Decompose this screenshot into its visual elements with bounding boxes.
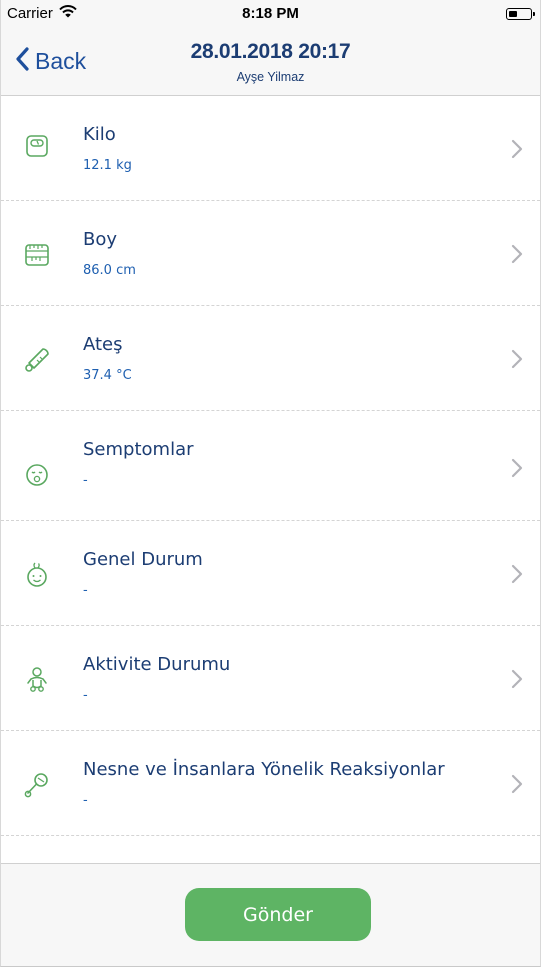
row-value: 86.0 cm	[83, 263, 136, 278]
chevron-right-icon	[510, 138, 524, 160]
measurement-list: Kilo 12.1 kg Boy 86.0 cm Ateş 37.4 °C Se…	[1, 96, 540, 836]
baby-activity-icon	[23, 666, 51, 694]
row-title: Ateş	[83, 334, 123, 355]
screen: Carrier 8:18 PM Back 28.01.2018 20:17 Ay…	[0, 0, 541, 967]
row-value: 37.4 °C	[83, 368, 132, 383]
list-item-genel-durum[interactable]: Genel Durum -	[1, 521, 540, 626]
row-value: -	[83, 793, 88, 808]
chevron-right-icon	[510, 457, 524, 479]
footer-bar: Gönder	[1, 863, 540, 966]
list-item-boy[interactable]: Boy 86.0 cm	[1, 201, 540, 306]
chevron-right-icon	[510, 773, 524, 795]
row-title: Aktivite Durumu	[83, 654, 231, 675]
row-value: -	[83, 688, 88, 703]
chevron-right-icon	[510, 668, 524, 690]
row-title: Genel Durum	[83, 549, 203, 570]
chevron-right-icon	[510, 348, 524, 370]
list-item-aktivite-durumu[interactable]: Aktivite Durumu -	[1, 626, 540, 731]
row-value: 12.1 kg	[83, 158, 132, 173]
sick-face-icon	[23, 461, 51, 489]
row-title: Boy	[83, 229, 118, 250]
row-value: -	[83, 583, 88, 598]
status-time: 8:18 PM	[242, 5, 299, 22]
list-item-semptomlar[interactable]: Semptomlar -	[1, 411, 540, 521]
thermometer-icon	[23, 346, 51, 374]
status-bar: Carrier 8:18 PM	[1, 0, 540, 30]
measuring-tape-icon	[23, 241, 51, 269]
row-title: Kilo	[83, 124, 116, 145]
battery-icon	[506, 8, 535, 20]
rattle-icon	[23, 771, 51, 799]
page-subtitle: Ayşe Yilmaz	[236, 70, 305, 84]
chevron-right-icon	[510, 563, 524, 585]
page-title: 28.01.2018 20:17	[190, 40, 351, 63]
row-title: Semptomlar	[83, 439, 194, 460]
list-item-kilo[interactable]: Kilo 12.1 kg	[1, 96, 540, 201]
navigation-bar: Back 28.01.2018 20:17 Ayşe Yilmaz	[1, 30, 540, 96]
baby-face-icon	[23, 561, 51, 589]
list-item-reaksiyonlar[interactable]: Nesne ve İnsanlara Yönelik Reaksiyonlar …	[1, 731, 540, 836]
submit-button[interactable]: Gönder	[185, 888, 371, 941]
scale-icon	[23, 132, 51, 160]
list-item-ates[interactable]: Ateş 37.4 °C	[1, 306, 540, 411]
row-value: -	[83, 473, 88, 488]
chevron-right-icon	[510, 243, 524, 265]
row-title: Nesne ve İnsanlara Yönelik Reaksiyonlar	[83, 759, 445, 780]
